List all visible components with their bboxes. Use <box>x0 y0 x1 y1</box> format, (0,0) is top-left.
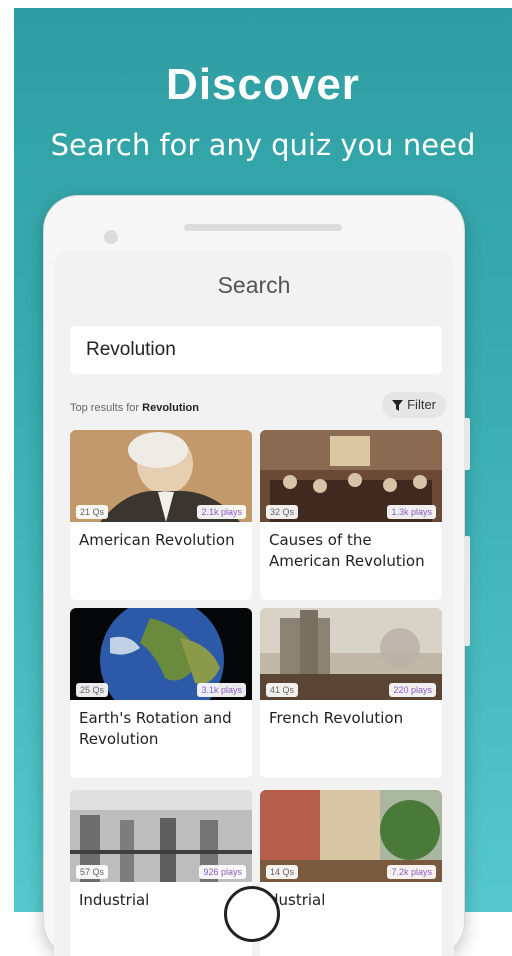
results-prefix: Top results for <box>70 402 143 414</box>
quiz-thumbnail: 41 Qs 220 plays <box>260 608 442 700</box>
quiz-title: French Revolution <box>269 709 404 727</box>
speaker-grille <box>184 224 342 231</box>
quiz-thumbnail: 25 Qs 3.1k plays <box>70 608 252 700</box>
promo-subtitle: Search for any quiz you need <box>50 128 476 162</box>
quiz-card[interactable]: 14 Qs 7.2k plays dustrial <box>260 790 442 956</box>
plays-badge: 7.2k plays <box>387 865 436 879</box>
phone-side-button <box>464 536 470 646</box>
filter-label: Filter <box>407 397 436 412</box>
plays-badge: 3.1k plays <box>197 683 246 697</box>
filter-button[interactable]: Filter <box>382 392 446 418</box>
floating-action-button[interactable] <box>224 886 280 942</box>
question-count-badge: 14 Qs <box>266 865 299 879</box>
results-query: Revolution <box>142 402 199 414</box>
search-input[interactable]: Revolution <box>70 326 442 374</box>
quiz-thumbnail: 57 Qs 926 plays <box>70 790 252 882</box>
quiz-card[interactable]: 41 Qs 220 plays French Revolution <box>260 608 442 778</box>
camera-icon <box>104 230 118 244</box>
quiz-thumbnail: 32 Qs 1.3k plays <box>260 430 442 522</box>
plays-badge: 926 plays <box>199 865 246 879</box>
quiz-title: Causes of the American Revolution <box>269 531 425 570</box>
quiz-thumbnail: 21 Qs 2.1k plays <box>70 430 252 522</box>
quiz-thumbnail: 14 Qs 7.2k plays <box>260 790 442 882</box>
question-count-badge: 32 Qs <box>266 505 299 519</box>
quiz-card[interactable]: 32 Qs 1.3k plays Causes of the American … <box>260 430 442 600</box>
quiz-title: dustrial <box>269 891 326 909</box>
question-count-badge: 25 Qs <box>76 683 109 697</box>
results-header: Top results for Revolution Filter <box>70 392 446 420</box>
quiz-title: Industrial <box>79 891 150 909</box>
screen-title: Search <box>217 272 291 298</box>
quiz-title: American Revolution <box>79 531 235 549</box>
question-count-badge: 57 Qs <box>76 865 109 879</box>
quiz-card[interactable]: 21 Qs 2.1k plays American Revolution <box>70 430 252 600</box>
phone-side-button <box>464 418 470 470</box>
question-count-badge: 21 Qs <box>76 505 109 519</box>
filter-icon <box>392 400 404 411</box>
promo-title: Discover <box>166 60 360 109</box>
quiz-card[interactable]: 25 Qs 3.1k plays Earth's Rotation and Re… <box>70 608 252 778</box>
quiz-title: Earth's Rotation and Revolution <box>79 709 232 748</box>
phone-frame: Search Revolution Top results for Revolu… <box>44 196 470 956</box>
question-count-badge: 41 Qs <box>266 683 299 697</box>
plays-badge: 220 plays <box>389 683 436 697</box>
plays-badge: 1.3k plays <box>387 505 436 519</box>
plays-badge: 2.1k plays <box>197 505 246 519</box>
app-screen: Search Revolution Top results for Revolu… <box>54 250 454 956</box>
quiz-card[interactable]: 57 Qs 926 plays Industrial <box>70 790 252 956</box>
results-label: Top results for Revolution <box>70 402 199 414</box>
